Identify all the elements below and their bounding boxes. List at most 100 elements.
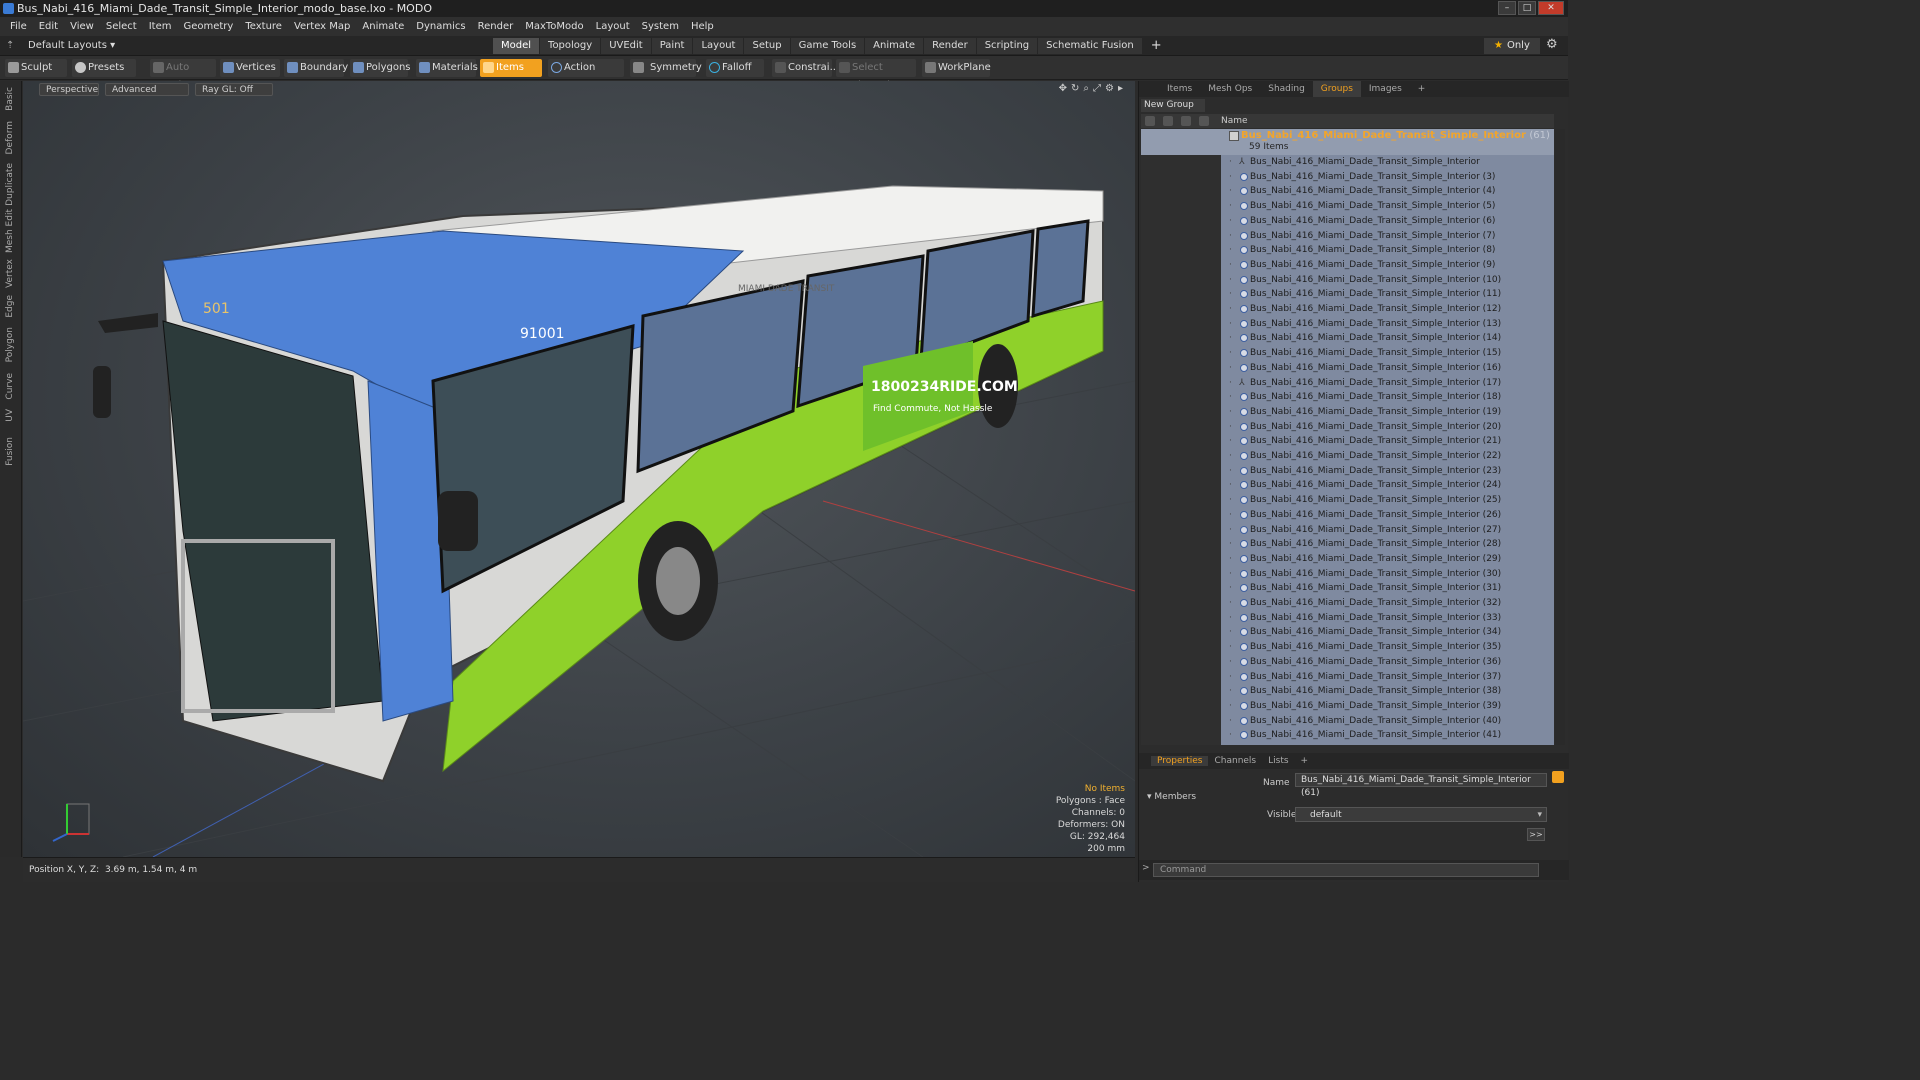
group-member-item[interactable]: · Bus_Nabi_416_Miami_Dade_Transit_Simple_… [1221,684,1554,699]
group-member-item[interactable]: · Bus_Nabi_416_Miami_Dade_Transit_Simple_… [1221,361,1554,376]
minimize-button[interactable]: – [1498,1,1516,15]
vertices-button[interactable]: Vertices 1 [220,59,280,91]
tab-duplicate[interactable]: Duplicate [5,163,15,206]
group-member-item[interactable]: · Bus_Nabi_416_Miami_Dade_Transit_Simple_… [1221,537,1554,552]
fit-icon[interactable]: ⤢ [1093,83,1101,94]
lock-icon[interactable] [1181,116,1191,126]
perspective-dropdown[interactable]: Perspective [39,83,99,96]
group-member-item[interactable]: · Bus_Nabi_416_Miami_Dade_Transit_Simple_… [1221,346,1554,361]
group-member-item[interactable]: · ⅄ Bus_Nabi_416_Miami_Dade_Transit_Simple… [1221,155,1554,170]
name-column-header[interactable]: Name [1221,114,1248,128]
more-button[interactable]: >> [1527,828,1545,841]
layout-selector[interactable]: ⇡ Default Layouts ▾ [6,38,115,54]
group-member-item[interactable]: · Bus_Nabi_416_Miami_Dade_Transit_Simple_… [1221,229,1554,244]
group-member-item[interactable]: · Bus_Nabi_416_Miami_Dade_Transit_Simple_… [1221,420,1554,435]
maximize-button[interactable]: □ [1518,1,1536,15]
gear-icon[interactable]: ⚙ [1546,37,1558,52]
group-member-item[interactable]: · Bus_Nabi_416_Miami_Dade_Transit_Simple_… [1221,508,1554,523]
menu-file[interactable]: File [4,21,33,32]
tab-channels[interactable]: Channels [1208,756,1262,766]
tab-animate[interactable]: Animate [865,38,924,54]
group-member-item[interactable]: · Bus_Nabi_416_Miami_Dade_Transit_Simple_… [1221,655,1554,670]
add-properties-tab-button[interactable]: + [1295,756,1315,766]
tab-fusion[interactable]: Fusion [5,437,15,466]
items-button[interactable]: Items [480,59,542,77]
tab-groups[interactable]: Groups [1312,81,1361,97]
render-icon[interactable] [1163,116,1173,126]
menu-dynamics[interactable]: Dynamics [410,21,471,32]
group-member-item[interactable]: · Bus_Nabi_416_Miami_Dade_Transit_Simple_… [1221,478,1554,493]
tab-render[interactable]: Render [924,38,976,54]
action-center-button[interactable]: Action Center [548,59,624,91]
tab-deform[interactable]: Deform [5,121,15,154]
tab-lists[interactable]: Lists [1262,756,1294,766]
advanced-dropdown[interactable]: Advanced [105,83,189,96]
boundary-button[interactable]: Boundary [284,59,348,77]
tree-toggle-columns[interactable] [1141,129,1221,745]
tab-items[interactable]: Items [1159,81,1200,97]
sculpt-button[interactable]: Sculpt [5,59,67,77]
group-member-item[interactable]: · Bus_Nabi_416_Miami_Dade_Transit_Simple_… [1221,728,1554,743]
orange-swatch-icon[interactable] [1552,771,1564,783]
visibility-eye-icon[interactable] [1145,116,1155,126]
menu-geometry[interactable]: Geometry [177,21,239,32]
group-member-item[interactable]: · Bus_Nabi_416_Miami_Dade_Transit_Simple_… [1221,184,1554,199]
group-member-item[interactable]: · Bus_Nabi_416_Miami_Dade_Transit_Simple_… [1221,581,1554,596]
add-panel-tab-button[interactable]: + [1410,81,1434,97]
tab-schematic-fusion[interactable]: Schematic Fusion [1038,38,1142,54]
tab-vertex[interactable]: Vertex [5,259,15,288]
menu-help[interactable]: Help [685,21,720,32]
tab-edge[interactable]: Edge [5,295,15,318]
command-input[interactable]: Command [1153,863,1539,877]
tab-uvedit[interactable]: UVEdit [601,38,651,54]
tab-layout[interactable]: Layout [693,38,744,54]
group-member-item[interactable]: · Bus_Nabi_416_Miami_Dade_Transit_Simple_… [1221,625,1554,640]
viewport-settings-icon[interactable]: ⚙ [1105,83,1114,94]
3d-viewport[interactable]: 501 91001 MIAMI DADE TRANSIT 1800234RIDE… [23,81,1135,857]
rotate-icon[interactable]: ↻ [1071,83,1079,94]
members-section[interactable]: ▾ Members [1147,792,1196,802]
tab-mesh-edit[interactable]: Mesh Edit [5,209,15,253]
tab-setup[interactable]: Setup [744,38,790,54]
menu-maxtomodo[interactable]: MaxToModo [519,21,589,32]
group-row[interactable]: Bus_Nabi_416_Miami_Dade_Transit_Simple_I… [1141,129,1554,155]
group-member-item[interactable]: · Bus_Nabi_416_Miami_Dade_Transit_Simple_… [1221,287,1554,302]
tab-shading[interactable]: Shading [1260,81,1313,97]
group-member-item[interactable]: · Bus_Nabi_416_Miami_Dade_Transit_Simple_… [1221,449,1554,464]
zoom-icon[interactable]: ⌕ [1083,83,1089,94]
group-member-item[interactable]: · Bus_Nabi_416_Miami_Dade_Transit_Simple_… [1221,567,1554,582]
add-tab-button[interactable]: + [1143,38,1170,54]
pan-icon[interactable]: ✥ [1059,83,1067,94]
presets-button[interactable]: Presets [72,59,136,77]
tab-uv[interactable]: UV [5,409,15,422]
close-button[interactable]: ✕ [1538,1,1564,15]
tab-paint[interactable]: Paint [651,38,693,54]
group-tree[interactable]: Bus_Nabi_416_Miami_Dade_Transit_Simple_I… [1141,129,1554,745]
menu-layout[interactable]: Layout [590,21,636,32]
tab-basic[interactable]: Basic [5,87,15,111]
raygl-dropdown[interactable]: Ray GL: Off [195,83,273,96]
tab-curve[interactable]: Curve [5,373,15,400]
expand-arrow-icon[interactable]: ⇡ [6,38,14,54]
group-member-item[interactable]: · Bus_Nabi_416_Miami_Dade_Transit_Simple_… [1221,699,1554,714]
menu-select[interactable]: Select [100,21,143,32]
group-member-item[interactable]: · Bus_Nabi_416_Miami_Dade_Transit_Simple_… [1221,640,1554,655]
group-member-item[interactable]: · Bus_Nabi_416_Miami_Dade_Transit_Simple_… [1221,170,1554,185]
menu-render[interactable]: Render [472,21,520,32]
select-through-button[interactable]: Select Through [836,59,916,91]
group-member-item[interactable]: · Bus_Nabi_416_Miami_Dade_Transit_Simple_… [1221,552,1554,567]
group-member-item[interactable]: · Bus_Nabi_416_Miami_Dade_Transit_Simple_… [1221,390,1554,405]
tab-polygon[interactable]: Polygon [5,327,15,362]
group-member-item[interactable]: · Bus_Nabi_416_Miami_Dade_Transit_Simple_… [1221,714,1554,729]
visible-dropdown[interactable]: default ▾ [1295,807,1547,822]
materials-button[interactable]: Materials [416,59,478,77]
group-member-item[interactable]: · Bus_Nabi_416_Miami_Dade_Transit_Simple_… [1221,670,1554,685]
group-member-item[interactable]: · Bus_Nabi_416_Miami_Dade_Transit_Simple_… [1221,317,1554,332]
group-member-item[interactable]: · ⅄ Bus_Nabi_416_Miami_Dade_Transit_Simple… [1221,376,1554,391]
group-member-item[interactable]: · Bus_Nabi_416_Miami_Dade_Transit_Simple_… [1221,331,1554,346]
tree-scrollbar[interactable] [1555,129,1565,745]
symmetry-button[interactable]: Symmetry [630,59,702,77]
group-member-item[interactable]: · Bus_Nabi_416_Miami_Dade_Transit_Simple_… [1221,464,1554,479]
menu-animate[interactable]: Animate [356,21,410,32]
menu-system[interactable]: System [636,21,685,32]
